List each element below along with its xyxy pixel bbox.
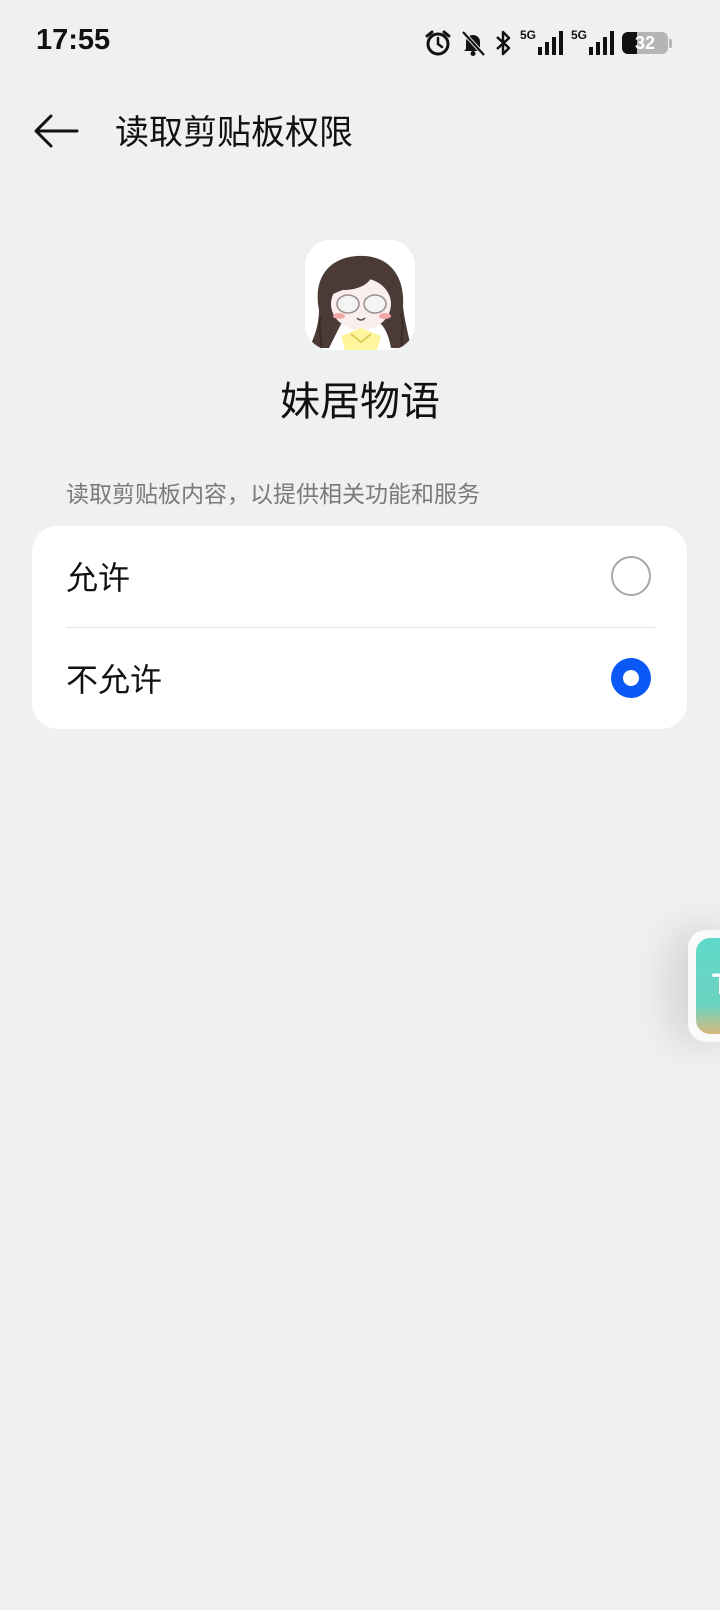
page-title: 读取剪贴板权限 bbox=[115, 113, 353, 153]
battery-level: 32 bbox=[634, 32, 656, 53]
option-allow[interactable]: 允许 bbox=[32, 526, 687, 626]
network-label: 5G bbox=[570, 28, 587, 42]
floating-bubble-glyph: T bbox=[712, 968, 720, 1002]
radio-allow[interactable] bbox=[611, 556, 651, 596]
status-icons: 5G 5G 32 bbox=[424, 26, 672, 60]
battery-icon: 32 bbox=[622, 32, 668, 54]
floating-bubble-icon: T bbox=[696, 938, 720, 1034]
floating-app-bubble[interactable]: T bbox=[688, 930, 720, 1042]
permission-options-card: 允许 不允许 bbox=[32, 526, 687, 729]
bell-off-icon bbox=[460, 29, 486, 57]
option-deny[interactable]: 不允许 bbox=[32, 628, 687, 728]
bluetooth-icon bbox=[494, 29, 512, 57]
title-bar: 读取剪贴板权限 bbox=[0, 86, 720, 182]
arrow-left-icon bbox=[33, 113, 79, 153]
app-header: 妹居物语 bbox=[0, 240, 720, 428]
permission-description: 读取剪贴板内容，以提供相关功能和服务 bbox=[66, 482, 480, 508]
status-bar: 17:55 5G 5G 32 bbox=[0, 0, 720, 86]
option-deny-label: 不允许 bbox=[66, 661, 163, 699]
network-label: 5G bbox=[519, 28, 536, 42]
radio-deny[interactable] bbox=[611, 658, 651, 698]
app-name: 妹居物语 bbox=[280, 379, 440, 425]
option-allow-label: 允许 bbox=[66, 559, 131, 597]
back-button[interactable] bbox=[26, 108, 86, 158]
status-time: 17:55 bbox=[36, 24, 111, 56]
signal-5g-icon: 5G bbox=[571, 29, 614, 57]
alarm-icon bbox=[424, 29, 452, 57]
battery-tip bbox=[669, 38, 672, 48]
signal-5g-icon: 5G bbox=[520, 29, 563, 57]
app-avatar-icon bbox=[305, 240, 415, 350]
